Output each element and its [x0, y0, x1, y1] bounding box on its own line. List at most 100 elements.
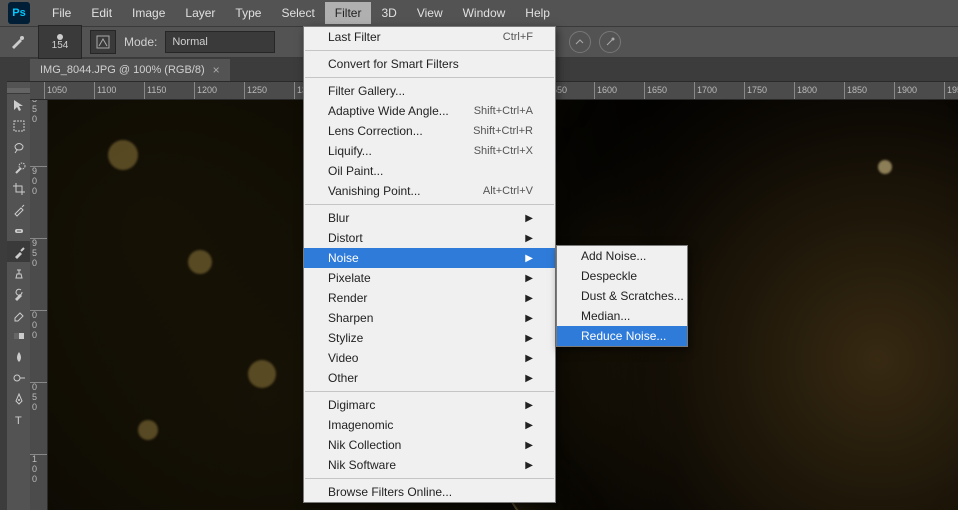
- submenu-item-dust-scratches[interactable]: Dust & Scratches...: [557, 286, 687, 306]
- left-dock-strip: [0, 58, 7, 510]
- marquee-tool[interactable]: [7, 115, 30, 136]
- document-tab-title: IMG_8044.JPG @ 100% (RGB/8): [40, 64, 205, 76]
- menu-item-adaptive-wide-angle[interactable]: Adaptive Wide Angle...Shift+Ctrl+A: [304, 101, 555, 121]
- ruler-tick: 0: [30, 310, 48, 320]
- menu-item-filter-gallery[interactable]: Filter Gallery...: [304, 81, 555, 101]
- lasso-tool[interactable]: [7, 136, 30, 157]
- submenu-item-label: Dust & Scratches...: [581, 289, 684, 303]
- menu-filter[interactable]: Filter: [325, 2, 372, 24]
- menu-select[interactable]: Select: [271, 2, 324, 24]
- brush-tool[interactable]: [7, 241, 30, 262]
- menu-shortcut: Ctrl+F: [503, 31, 533, 43]
- ruler-tick: 0: [30, 258, 48, 268]
- ruler-tick: 0: [30, 176, 48, 186]
- menu-image[interactable]: Image: [122, 2, 175, 24]
- brush-size-value: 154: [52, 40, 69, 51]
- eraser-tool[interactable]: [7, 304, 30, 325]
- menu-item-label: Blur: [328, 211, 349, 225]
- type-tool[interactable]: T: [7, 409, 30, 430]
- menu-item-other[interactable]: Other▶: [304, 368, 555, 388]
- quick-select-tool[interactable]: [7, 157, 30, 178]
- menu-item-label: Stylize: [328, 331, 363, 345]
- eyedropper-tool[interactable]: [7, 199, 30, 220]
- pen-tool[interactable]: [7, 388, 30, 409]
- menu-item-label: Lens Correction...: [328, 124, 423, 138]
- ruler-tick: 1900: [894, 82, 917, 100]
- submenu-item-despeckle[interactable]: Despeckle: [557, 266, 687, 286]
- ruler-tick: 1700: [694, 82, 717, 100]
- menu-item-vanishing-point[interactable]: Vanishing Point...Alt+Ctrl+V: [304, 181, 555, 201]
- submenu-item-add-noise[interactable]: Add Noise...: [557, 246, 687, 266]
- menu-item-label: Distort: [328, 231, 363, 245]
- submenu-arrow-icon: ▶: [525, 233, 533, 244]
- menu-3d[interactable]: 3D: [371, 2, 406, 24]
- airbrush-toggle[interactable]: [569, 31, 591, 53]
- menu-item-nik-software[interactable]: Nik Software▶: [304, 455, 555, 475]
- menu-item-label: Nik Collection: [328, 438, 401, 452]
- menu-item-browse-filters-online[interactable]: Browse Filters Online...: [304, 482, 555, 502]
- tool-preset-icon[interactable]: [6, 31, 30, 53]
- menu-item-noise[interactable]: Noise▶: [304, 248, 555, 268]
- ruler-tick: 0: [30, 330, 48, 340]
- submenu-item-median[interactable]: Median...: [557, 306, 687, 326]
- menu-item-sharpen[interactable]: Sharpen▶: [304, 308, 555, 328]
- close-tab-icon[interactable]: ×: [213, 63, 220, 77]
- gradient-tool[interactable]: [7, 325, 30, 346]
- ruler-tick: 0: [30, 474, 48, 484]
- svg-text:T: T: [15, 415, 22, 427]
- menu-item-nik-collection[interactable]: Nik Collection ▶: [304, 435, 555, 455]
- menu-item-distort[interactable]: Distort ▶: [304, 228, 555, 248]
- blur-tool[interactable]: [7, 346, 30, 367]
- menu-separator: [305, 204, 554, 205]
- menu-item-blur[interactable]: Blur▶: [304, 208, 555, 228]
- ruler-tick: 1800: [794, 82, 817, 100]
- menu-item-imagenomic[interactable]: Imagenomic▶: [304, 415, 555, 435]
- menu-item-stylize[interactable]: Stylize ▶: [304, 328, 555, 348]
- submenu-arrow-icon: ▶: [525, 400, 533, 411]
- submenu-arrow-icon: ▶: [525, 373, 533, 384]
- menu-item-last-filter[interactable]: Last FilterCtrl+F: [304, 27, 555, 47]
- ruler-tick: 5: [30, 248, 48, 258]
- menu-item-liquify[interactable]: Liquify...Shift+Ctrl+X: [304, 141, 555, 161]
- move-tool[interactable]: [7, 94, 30, 115]
- tablet-pressure-toggle[interactable]: [599, 31, 621, 53]
- menu-item-pixelate[interactable]: Pixelate▶: [304, 268, 555, 288]
- menu-type[interactable]: Type: [225, 2, 271, 24]
- menu-item-oil-paint[interactable]: Oil Paint...: [304, 161, 555, 181]
- blend-mode-select[interactable]: Normal: [165, 31, 275, 53]
- submenu-arrow-icon: ▶: [525, 333, 533, 344]
- menu-view[interactable]: View: [407, 2, 453, 24]
- menu-item-convert-for-smart-filters[interactable]: Convert for Smart Filters: [304, 54, 555, 74]
- tools-panel: T: [7, 88, 30, 430]
- ruler-tick: 1600: [594, 82, 617, 100]
- healing-brush-tool[interactable]: [7, 220, 30, 241]
- ruler-tick: 1100: [94, 82, 116, 100]
- submenu-item-label: Reduce Noise...: [581, 329, 666, 343]
- document-tab[interactable]: IMG_8044.JPG @ 100% (RGB/8) ×: [30, 59, 230, 81]
- menu-item-video[interactable]: Video▶: [304, 348, 555, 368]
- clone-stamp-tool[interactable]: [7, 262, 30, 283]
- menu-item-digimarc[interactable]: Digimarc▶: [304, 395, 555, 415]
- menu-help[interactable]: Help: [515, 2, 560, 24]
- submenu-item-label: Add Noise...: [581, 249, 646, 263]
- submenu-arrow-icon: ▶: [525, 313, 533, 324]
- menu-layer[interactable]: Layer: [175, 2, 225, 24]
- submenu-arrow-icon: ▶: [525, 353, 533, 364]
- submenu-arrow-icon: ▶: [525, 440, 533, 451]
- menu-shortcut: Shift+Ctrl+A: [474, 105, 533, 117]
- menu-file[interactable]: File: [42, 2, 81, 24]
- vertical-ruler: 850900950000050100: [30, 100, 48, 510]
- ruler-mark: [30, 382, 48, 383]
- bokeh-dot: [878, 160, 892, 174]
- menu-item-render[interactable]: Render▶: [304, 288, 555, 308]
- crop-tool[interactable]: [7, 178, 30, 199]
- submenu-item-reduce-noise[interactable]: Reduce Noise...: [557, 326, 687, 346]
- menu-item-lens-correction[interactable]: Lens Correction...Shift+Ctrl+R: [304, 121, 555, 141]
- brush-panel-toggle[interactable]: [90, 30, 116, 54]
- menu-item-label: Imagenomic: [328, 418, 393, 432]
- brush-preset-picker[interactable]: 154: [38, 25, 82, 59]
- menu-edit[interactable]: Edit: [81, 2, 122, 24]
- history-brush-tool[interactable]: [7, 283, 30, 304]
- menu-window[interactable]: Window: [453, 2, 516, 24]
- dodge-tool[interactable]: [7, 367, 30, 388]
